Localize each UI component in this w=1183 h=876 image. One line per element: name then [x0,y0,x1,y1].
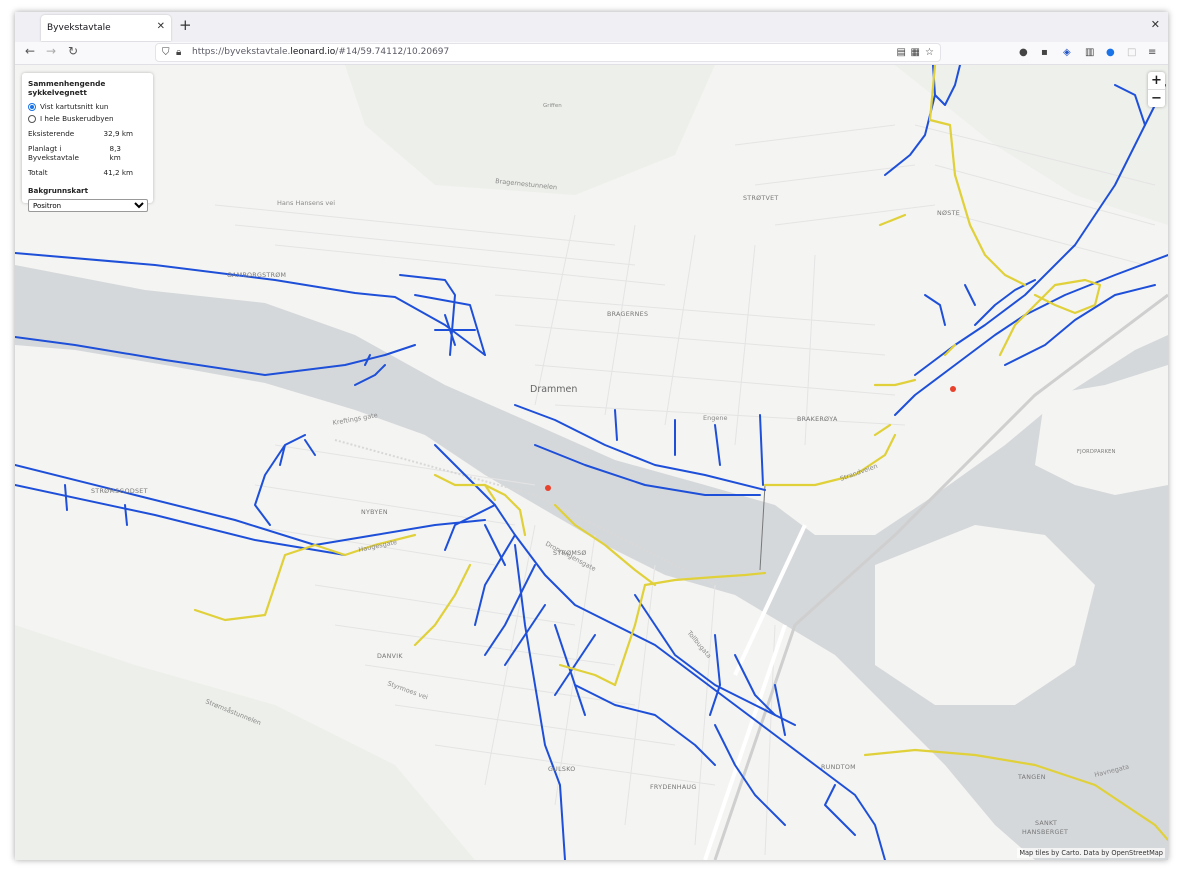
lock-icon[interactable]: 🔒︎ [176,47,181,58]
stat-row-total: Totalt 41,2 km [28,168,147,177]
zoom-out-button[interactable]: − [1148,89,1165,107]
map[interactable]: Drammen BRAGERNES STRØTVET NØSTE BRAKERØ… [15,65,1168,860]
tab-byvekstavtale[interactable]: Byvekstavtale ✕ [41,15,171,41]
shield-icon[interactable]: ⛉ [162,47,170,58]
back-icon[interactable]: ← [25,44,35,58]
marker-2[interactable] [950,386,956,392]
extension-square-icon[interactable]: □ [1127,47,1136,58]
radio-dot-unchecked[interactable] [28,114,36,123]
radio-whole-region-label: I hele Buskerudbyen [40,114,114,123]
label-styrmoes-vei: Styrmoes vei [386,679,429,701]
label-gamborgstrom: GAMBORGSTRØM [227,271,286,279]
zoom-control: + − [1148,72,1165,107]
radio-visible-extent-label: Vist kartutsnitt kun [40,102,109,111]
reload-icon[interactable]: ↻ [68,44,78,58]
marker-1[interactable] [545,485,551,491]
label-stromsgodset: STRØMSGODSET [91,487,148,495]
reader-view-icon[interactable]: ▤ [897,47,906,58]
tab-close-icon[interactable]: ✕ [157,21,165,32]
stat-label: Eksisterende [28,129,75,138]
map-canvas[interactable]: Drammen BRAGERNES STRØTVET NØSTE BRAKERØ… [15,65,1168,860]
label-strotvet: STRØTVET [743,194,779,202]
extension-blue-icon[interactable]: ● [1106,47,1115,58]
label-rundtom: RUNDTOM [821,764,856,771]
label-noste: NØSTE [937,209,960,217]
cycle-network-panel: Sammenhengende sykkelvegnett Vist kartut… [22,73,153,212]
label-hansberget: HANSBERGET [1022,829,1068,836]
extension-shield-icon[interactable]: ◈ [1063,47,1071,58]
radio-visible-extent[interactable]: Vist kartutsnitt kun [28,102,147,111]
map-attribution: Map tiles by Carto. Data by OpenStreetMa… [1017,848,1165,858]
stat-value: 8,3 km [109,144,121,162]
label-danvik: DANVIK [377,653,403,660]
new-tab-icon[interactable]: + [179,16,192,34]
qr-code-icon[interactable]: ▦ [911,47,920,58]
stat-label: Planlagt i Byvekstavtale [28,144,79,162]
label-griffen: Griffen [543,103,562,109]
label-fjordparken: FJORDPARKEN [1077,449,1116,455]
label-frydenhaug: FRYDENHAUG [650,784,697,791]
basemap-heading: Bakgrunnskart [28,186,89,195]
stat-row-existing: Eksisterende 32,9 km [28,129,147,138]
stat-label: Totalt [28,168,48,177]
tab-title: Byvekstavtale [47,23,111,33]
radio-whole-region[interactable]: I hele Buskerudbyen [28,114,147,123]
stat-value: 32,9 km [103,129,133,138]
label-hans-hansens-vei: Hans Hansens vei [277,199,335,207]
radio-dot-checked[interactable] [28,102,36,111]
forward-icon[interactable]: → [46,44,56,58]
panel-title: Sammenhengende sykkelvegnett [28,79,106,97]
bookmark-star-icon[interactable]: ☆ [925,47,934,58]
label-drammen: Drammen [530,384,577,395]
extension-grid-icon[interactable]: ▪ [1041,47,1048,58]
label-bragernes: BRAGERNES [607,311,648,318]
label-kreftings-gate: Kreftings gate [332,411,378,427]
menu-icon[interactable]: ≡ [1148,47,1156,58]
label-brakeroya: BRAKERØYA [797,415,838,423]
nav-bar: ← → ↻ ⛉ 🔒︎ https://byvekstavtale.leonard… [15,42,1168,65]
label-haugesgate: Haugesgate [358,538,398,554]
extension-bars-icon[interactable]: ▥ [1085,47,1094,58]
label-tangen: TANGEN [1017,774,1046,781]
basemap-select[interactable]: Positron [28,199,148,212]
extension-l-icon[interactable]: ● [1019,47,1028,58]
label-gulsk: GULSKO [548,766,576,773]
url-bar[interactable]: ⛉ 🔒︎ https://byvekstavtale.leonard.io/#1… [155,43,941,62]
stat-row-planned: Planlagt i Byvekstavtale 8,3 km [28,144,147,162]
label-tollbugata: Tollbugata [685,628,713,659]
browser-window: Byvekstavtale ✕ + ✕ ← → ↻ ⛉ 🔒︎ https://b… [15,12,1168,860]
label-sankt: SANKT [1035,820,1057,827]
label-engene: Engene [703,414,727,422]
stat-value: 41,2 km [103,168,133,177]
url-text[interactable]: https://byvekstavtale.leonard.io/#14/59.… [192,47,449,57]
window-close-icon[interactable]: ✕ [1151,18,1160,31]
label-nybyen: NYBYEN [361,509,388,516]
tab-bar: Byvekstavtale ✕ + ✕ [15,12,1168,42]
zoom-in-button[interactable]: + [1148,72,1165,89]
label-strandveien: Strandveien [839,462,879,483]
